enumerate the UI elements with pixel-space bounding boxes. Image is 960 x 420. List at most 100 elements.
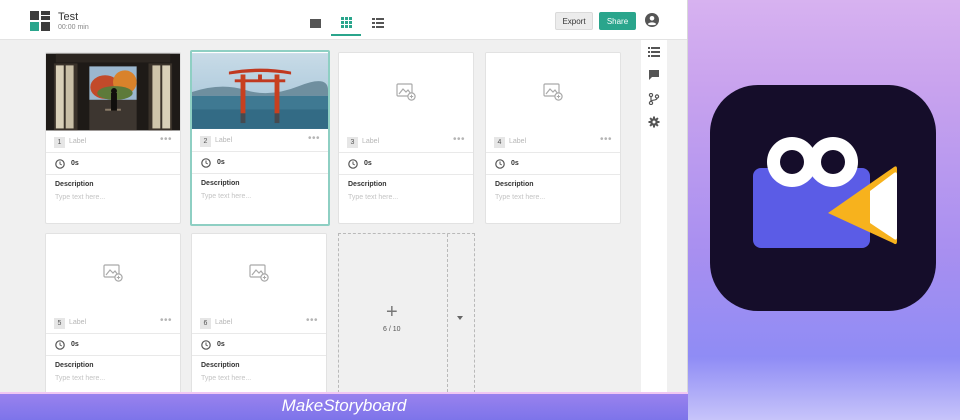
frame-number: 2 xyxy=(200,136,211,147)
frame-card-5[interactable]: 5 Label ••• 0s Description Type text her… xyxy=(45,233,181,392)
divider xyxy=(46,174,180,175)
description-heading: Description xyxy=(201,362,240,369)
frame-4-label-row: 4 Label ••• xyxy=(494,134,612,148)
clock-icon xyxy=(55,340,65,350)
frame-duration[interactable]: 0s xyxy=(217,341,225,348)
frame-label[interactable]: Label xyxy=(215,319,232,326)
share-button[interactable]: Share xyxy=(599,12,636,30)
logo-icon[interactable] xyxy=(30,11,50,31)
branch-icon[interactable] xyxy=(648,93,660,105)
app-window: Test 00:00 min Export Share 1 Label ••• … xyxy=(0,0,688,392)
more-menu-button[interactable]: ••• xyxy=(308,133,320,144)
description-field[interactable]: Type text here... xyxy=(348,194,398,201)
frame-2-image[interactable] xyxy=(192,52,328,130)
frame-4-image-placeholder[interactable] xyxy=(486,53,620,131)
description-field[interactable]: Type text here... xyxy=(201,193,251,200)
frame-2-label-row: 2 Label ••• xyxy=(200,133,320,147)
project-title[interactable]: Test xyxy=(58,11,78,23)
chevron-down-icon[interactable] xyxy=(457,316,463,320)
torii-gate-photo xyxy=(192,53,328,129)
add-frame-plus-icon[interactable]: + xyxy=(386,302,398,322)
description-heading: Description xyxy=(55,181,94,188)
description-heading: Description xyxy=(495,181,534,188)
add-frame-divider xyxy=(447,234,448,392)
frame-duration[interactable]: 0s xyxy=(364,160,372,167)
single-view-button[interactable] xyxy=(300,10,330,36)
divider xyxy=(192,355,326,356)
clock-icon xyxy=(348,159,358,169)
description-field[interactable]: Type text here... xyxy=(201,375,251,382)
divider xyxy=(46,333,180,334)
frame-1-label-row: 1 Label ••• xyxy=(54,134,172,148)
frame-duration[interactable]: 0s xyxy=(511,160,519,167)
divider xyxy=(339,174,473,175)
frame-card-3[interactable]: 3 Label ••• 0s Description Type text her… xyxy=(338,52,474,224)
frame-5-label-row: 5 Label ••• xyxy=(54,315,172,329)
frame-label[interactable]: Label xyxy=(215,137,232,144)
description-heading: Description xyxy=(55,362,94,369)
frame-count: 6 / 10 xyxy=(383,326,401,333)
more-menu-button[interactable]: ••• xyxy=(453,134,465,145)
frame-number: 6 xyxy=(200,318,211,329)
divider xyxy=(46,355,180,356)
more-menu-button[interactable]: ••• xyxy=(600,134,612,145)
frame-label[interactable]: Label xyxy=(69,138,86,145)
caption-highlight xyxy=(0,392,688,394)
grid-view-button[interactable] xyxy=(331,10,361,36)
frame-label[interactable]: Label xyxy=(362,138,379,145)
app-icon xyxy=(710,85,936,311)
frame-label[interactable]: Label xyxy=(69,319,86,326)
divider xyxy=(192,173,328,174)
frame-duration[interactable]: 0s xyxy=(71,341,79,348)
caption-strip: MakeStoryboard xyxy=(0,392,688,420)
frame-1-image[interactable] xyxy=(46,53,180,131)
account-icon[interactable] xyxy=(645,13,659,27)
right-toolbar xyxy=(641,40,667,392)
divider xyxy=(192,151,328,152)
caption-text: MakeStoryboard xyxy=(281,396,407,415)
single-view-icon xyxy=(309,18,321,28)
frame-number: 5 xyxy=(54,318,65,329)
divider xyxy=(192,333,326,334)
frame-6-label-row: 6 Label ••• xyxy=(200,315,318,329)
project-duration: 00:00 min xyxy=(58,24,89,31)
frame-number: 4 xyxy=(494,137,505,148)
frame-number: 3 xyxy=(347,137,358,148)
list-view-icon xyxy=(372,18,384,28)
frame-3-label-row: 3 Label ••• xyxy=(347,134,465,148)
add-frame-tile[interactable]: + 6 / 10 xyxy=(338,233,475,392)
description-field[interactable]: Type text here... xyxy=(55,375,105,382)
frame-card-6[interactable]: 6 Label ••• 0s Description Type text her… xyxy=(191,233,327,392)
description-field[interactable]: Type text here... xyxy=(55,194,105,201)
list-view-button[interactable] xyxy=(363,10,393,36)
frame-5-image-placeholder[interactable] xyxy=(46,234,180,312)
frame-6-image-placeholder[interactable] xyxy=(192,234,326,312)
frame-label[interactable]: Label xyxy=(509,138,526,145)
image-placeholder-icon xyxy=(249,264,269,282)
frame-3-image-placeholder[interactable] xyxy=(339,53,473,131)
export-button[interactable]: Export xyxy=(555,12,593,30)
list-icon[interactable] xyxy=(648,46,660,58)
frame-card-1[interactable]: 1 Label ••• 0s Description Type text her… xyxy=(45,52,181,224)
frame-duration[interactable]: 0s xyxy=(71,160,79,167)
frame-duration[interactable]: 0s xyxy=(217,159,225,166)
grid-view-icon xyxy=(340,16,352,28)
more-menu-button[interactable]: ••• xyxy=(306,315,318,326)
image-placeholder-icon xyxy=(103,264,123,282)
description-field[interactable]: Type text here... xyxy=(495,194,545,201)
japanese-interior-photo xyxy=(46,53,180,131)
gear-icon[interactable] xyxy=(648,116,660,128)
frame-number: 1 xyxy=(54,137,65,148)
clock-icon xyxy=(201,158,211,168)
divider xyxy=(339,152,473,153)
description-heading: Description xyxy=(201,180,240,187)
frame-card-4[interactable]: 4 Label ••• 0s Description Type text her… xyxy=(485,52,621,224)
more-menu-button[interactable]: ••• xyxy=(160,134,172,145)
clock-icon xyxy=(55,159,65,169)
comment-icon[interactable] xyxy=(648,69,660,81)
top-bar: Test 00:00 min Export Share xyxy=(0,0,687,40)
more-menu-button[interactable]: ••• xyxy=(160,315,172,326)
clock-icon xyxy=(201,340,211,350)
frame-card-2[interactable]: 2 Label ••• 0s Description Type text her… xyxy=(190,50,330,226)
description-heading: Description xyxy=(348,181,387,188)
